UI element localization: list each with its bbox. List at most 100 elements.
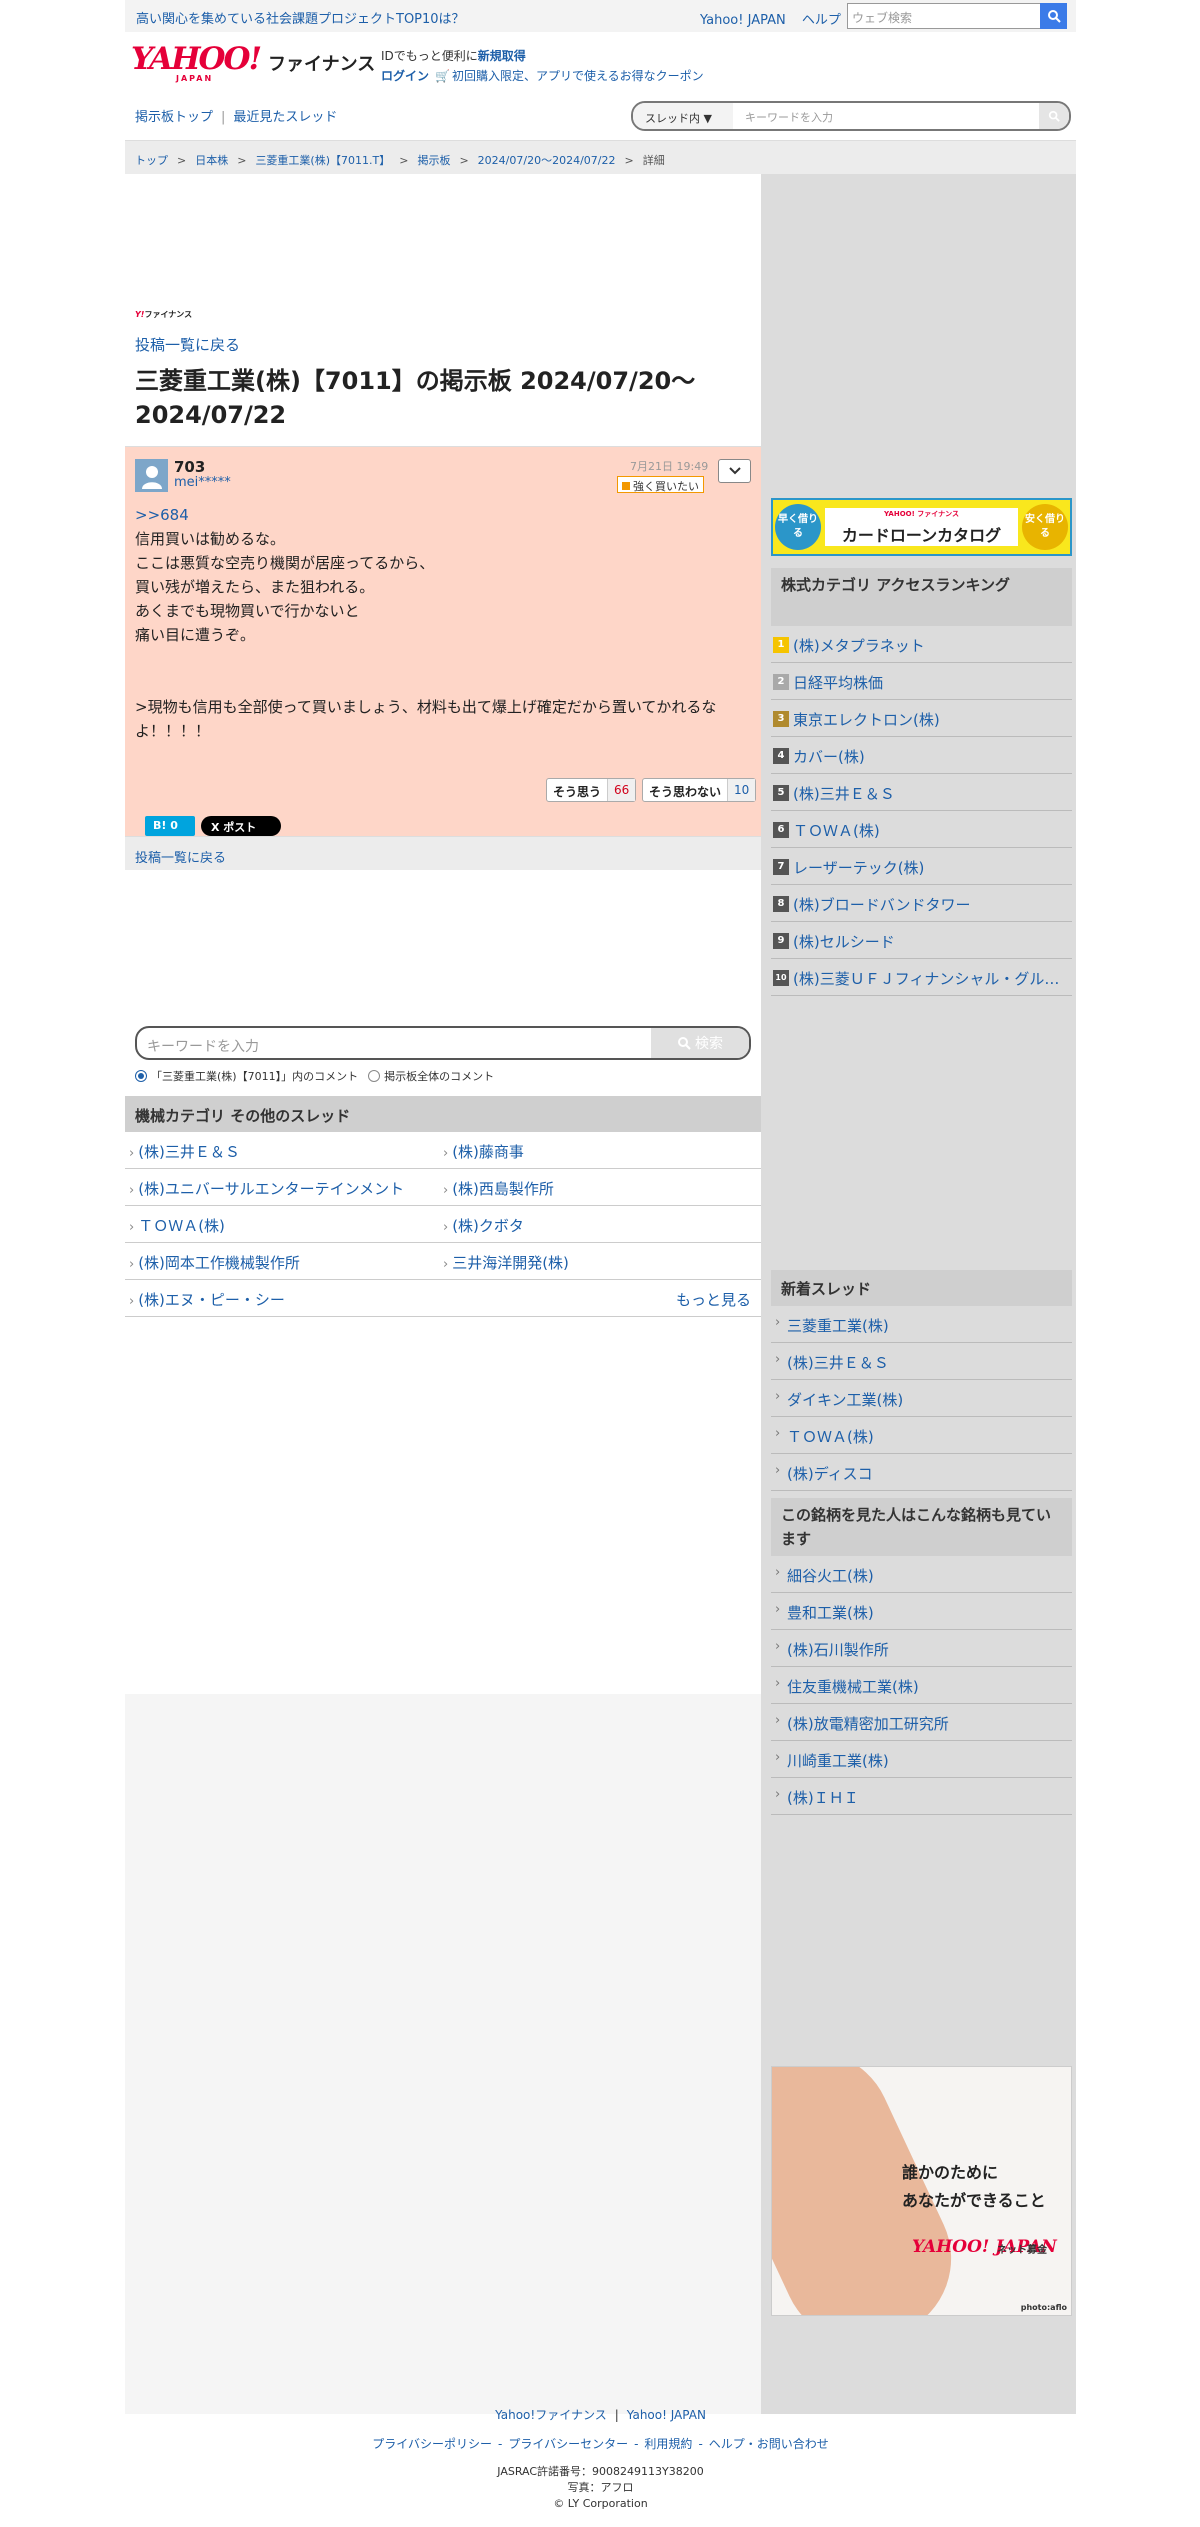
ranking-item[interactable]: 6 ＴＯＷＡ(株) (771, 811, 1072, 848)
footer-finance-link[interactable]: Yahoo!ファイナンス (495, 2408, 607, 2422)
yahoo-japan-link[interactable]: Yahoo! JAPAN (700, 13, 786, 28)
list-item[interactable]: › 川崎重工業(株) (771, 1741, 1072, 1778)
chevron-right-icon: › (775, 1315, 781, 1330)
privacy-policy-link[interactable]: プライバシーポリシー (372, 2437, 492, 2451)
help-contact-link[interactable]: ヘルプ・お問い合わせ (709, 2437, 829, 2451)
thread-search-button[interactable] (1039, 103, 1069, 129)
donation-ad[interactable]: 誰かのために あなたができること YAHOO! JAPAN ネット募金 photo… (771, 2066, 1072, 2316)
ranking-item[interactable]: 4 カバー(株) (771, 737, 1072, 774)
photo-credit: 写真：アフロ (567, 2481, 634, 2494)
yahoo-logo[interactable]: YAHOO! JAPAN (131, 44, 271, 84)
signup-link[interactable]: 新規取得 (478, 49, 526, 63)
radio-all-boards[interactable] (368, 1070, 381, 1082)
chevron-right-icon: › (775, 1713, 781, 1728)
list-item[interactable]: › 三菱重工業(株) (771, 1306, 1072, 1343)
ranking-item[interactable]: 5 (株)三井Ｅ＆Ｓ (771, 774, 1072, 811)
breadcrumb-top[interactable]: トップ (135, 154, 168, 167)
list-item[interactable]: 三井海洋開発(株) (443, 1252, 569, 1273)
list-item[interactable]: › 豊和工業(株) (771, 1593, 1072, 1630)
card-loan-banner[interactable]: 早く借りる YAHOO! ファイナンス カードローンカタログ 安く借りる (771, 498, 1072, 556)
breadcrumb-stock[interactable]: 三菱重工業(株)【7011.T】 (255, 154, 390, 167)
web-search-button[interactable] (1040, 3, 1067, 29)
breadcrumb-jp-stocks[interactable]: 日本株 (195, 154, 228, 167)
agree-button[interactable]: そう思う 66 (546, 778, 637, 802)
list-item[interactable]: (株)三井Ｅ＆Ｓ (129, 1141, 240, 1162)
ranking-item[interactable]: 9 (株)セルシード (771, 922, 1072, 959)
rank-badge: 10 (773, 970, 789, 986)
list-item[interactable]: (株)岡本工作機械製作所 (129, 1252, 300, 1273)
triangle-down-icon: ▼ (703, 112, 712, 125)
search-scope-select[interactable]: スレッド内 ▼ (633, 103, 733, 129)
comment-search-button[interactable]: 検索 (651, 1028, 749, 1058)
list-item[interactable]: (株)クボタ (443, 1215, 524, 1236)
hatena-bookmark-button[interactable]: B! 0 (145, 816, 195, 836)
board-top-link[interactable]: 掲示板トップ (135, 110, 213, 125)
thread-search-input[interactable]: キーワードを入力 (745, 109, 833, 125)
table-row: (株)ユニバーサルエンターテインメント (株)西島製作所 (125, 1169, 761, 1206)
search-icon (1047, 10, 1061, 23)
privacy-center-link[interactable]: プライバシーセンター (508, 2437, 628, 2451)
list-item[interactable]: › (株)ＩＨＩ (771, 1778, 1072, 1815)
more-threads-link[interactable]: もっと見る (676, 1289, 751, 1310)
ranking-item[interactable]: 10 (株)三菱ＵＦＪフィナンシャル・グループ (771, 959, 1072, 996)
banner-right-badge: 安く借りる (1022, 504, 1068, 550)
promo-link[interactable]: 高い関心を集めている社会課題プロジェクトTOP10は？ (136, 8, 465, 27)
ranking-item[interactable]: 1 (株)メタプラネット (771, 626, 1072, 663)
chevron-right-icon: › (775, 1676, 781, 1691)
ranking-item[interactable]: 2 日経平均株価 (771, 663, 1072, 700)
ranking-item[interactable]: 7 レーザーテック(株) (771, 848, 1072, 885)
rank-badge: 4 (773, 748, 789, 764)
terms-link[interactable]: 利用規約 (644, 2437, 692, 2451)
disagree-button[interactable]: そう思わない 10 (642, 778, 757, 802)
also-viewed-header: この銘柄を見た人はこんな銘柄も見ています (771, 1498, 1072, 1556)
list-item[interactable]: (株)藤商事 (443, 1141, 524, 1162)
rank-badge: 7 (773, 859, 789, 875)
also-viewed-list: › 細谷火工(株) › 豊和工業(株) › (株)石川製作所 › 住友重機械工業(株) … (771, 1556, 1072, 1815)
avatar[interactable] (135, 459, 168, 492)
site-header: YAHOO! JAPAN ファイナンス IDでもっと便利に新規取得 ログイン 🛒 初… (125, 32, 1076, 88)
ranking-item[interactable]: 3 東京エレクトロン(株) (771, 700, 1072, 737)
list-item[interactable]: (株)西島製作所 (443, 1178, 554, 1199)
list-item[interactable]: › 住友重機械工業(株) (771, 1667, 1072, 1704)
sidebar: 早く借りる YAHOO! ファイナンス カードローンカタログ 安く借りる 株式カテ… (761, 174, 1076, 2414)
post-number: 703 (174, 458, 206, 476)
list-item[interactable]: › (株)石川製作所 (771, 1630, 1072, 1667)
ranking-list: 1 (株)メタプラネット 2 日経平均株価 3 東京エレクトロン(株) 4 カバー(株)… (771, 626, 1072, 996)
login-link[interactable]: ログイン (381, 69, 429, 83)
recent-threads-link[interactable]: 最近見たスレッド (233, 110, 337, 125)
reply-link[interactable]: >>684 (135, 503, 745, 527)
back-to-list-link[interactable]: 投稿一覧に戻る (135, 334, 240, 355)
footer-yahoo-link[interactable]: Yahoo! JAPAN (627, 2408, 706, 2422)
coupon-link[interactable]: 初回購入限定、アプリで使えるお得なクーポン (452, 69, 704, 83)
top-bar: 高い関心を集めている社会課題プロジェクトTOP10は？ Yahoo! JAPAN… (125, 0, 1076, 32)
breadcrumb-period[interactable]: 2024/07/20〜2024/07/22 (478, 154, 616, 167)
breadcrumb-current: 詳細 (642, 154, 665, 167)
breadcrumb-board[interactable]: 掲示板 (417, 154, 450, 167)
list-item[interactable]: › 細谷火工(株) (771, 1556, 1072, 1593)
post-user[interactable]: mei***** (174, 475, 231, 490)
content-filler (125, 1694, 761, 2414)
list-item[interactable]: › ダイキン工業(株) (771, 1380, 1072, 1417)
board-nav: 掲示板トップ | 最近見たスレッド スレッド内 ▼ キーワードを入力 (125, 88, 1076, 140)
list-item[interactable]: (株)ユニバーサルエンターテインメント (129, 1178, 404, 1199)
web-search-input[interactable]: ウェブ検索 (847, 3, 1067, 29)
x-post-button[interactable]: X ポスト (201, 816, 281, 836)
radio-this-stock[interactable] (135, 1070, 147, 1082)
footer: Yahoo!ファイナンス | Yahoo! JAPAN プライバシーポリシー - プライ… (125, 2382, 1076, 2512)
comment-search-input[interactable]: キーワードを入力 (147, 1036, 259, 1056)
ranking-item[interactable]: 8 (株)ブロードバンドタワー (771, 885, 1072, 922)
comment-search: キーワードを入力 検索 (135, 1026, 751, 1060)
list-item[interactable]: › (株)三井Ｅ＆Ｓ (771, 1343, 1072, 1380)
list-item[interactable]: › (株)ディスコ (771, 1454, 1072, 1491)
back-to-list-link-2[interactable]: 投稿一覧に戻る (135, 851, 226, 866)
list-item[interactable]: › (株)放電精密加工研究所 (771, 1704, 1072, 1741)
list-item[interactable]: › ＴＯＷＡ(株) (771, 1417, 1072, 1454)
list-item[interactable]: ＴＯＷＡ(株) (129, 1215, 225, 1236)
search-icon (678, 1037, 691, 1050)
finance-logo-text[interactable]: ファイナンス (268, 50, 375, 76)
chevron-right-icon: › (775, 1639, 781, 1654)
post-menu-button[interactable] (718, 459, 751, 483)
list-item[interactable]: (株)エヌ・ピー・シー (129, 1289, 285, 1310)
help-link[interactable]: ヘルプ (802, 13, 841, 28)
other-threads-list: (株)三井Ｅ＆Ｓ (株)藤商事 (株)ユニバーサルエンターテインメント (株)西島製… (125, 1132, 761, 1317)
